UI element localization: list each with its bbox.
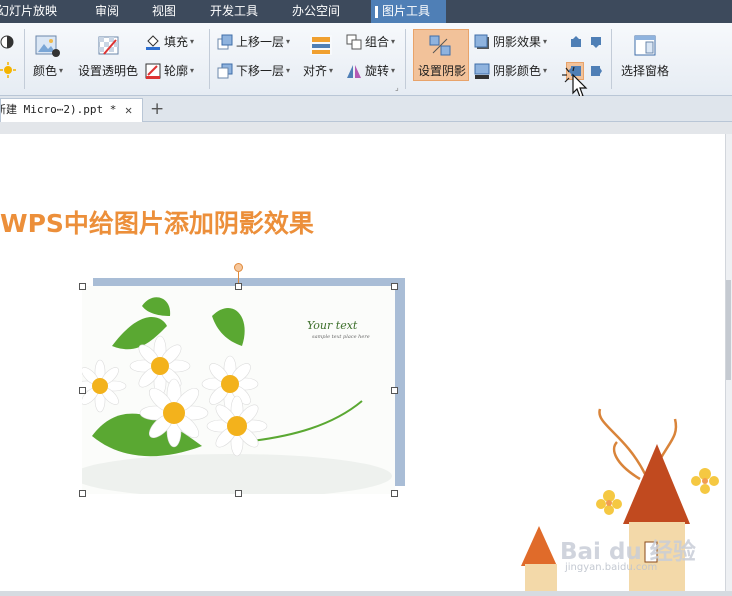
ribbon-separator [611, 29, 612, 89]
resize-handle-bottom-left[interactable] [79, 490, 86, 497]
vertical-scrollbar-thumb[interactable] [726, 280, 731, 380]
align-icon[interactable] [309, 34, 333, 59]
dialog-launcher-icon[interactable]: ⌟ [395, 83, 399, 92]
color-icon[interactable] [34, 34, 60, 61]
chevron-down-icon: ▾ [190, 66, 195, 75]
transparent-color-icon[interactable] [96, 34, 122, 61]
set-shadow-label: 设置阴影 [418, 64, 467, 78]
slide-canvas-gap [0, 122, 732, 134]
chevron-down-icon: ▾ [329, 66, 334, 75]
tab-office-space[interactable]: 办公空间 [292, 0, 352, 23]
tab-picture-tools[interactable]: 图片工具 [371, 0, 446, 23]
document-tab-strip: 新建 Micro⋯2).ppt * ✕ + [0, 96, 732, 122]
resize-handle-bottom-right[interactable] [391, 490, 398, 497]
set-transparent-button[interactable]: 设置透明色 [78, 62, 138, 79]
selection-pane-button[interactable]: 选择窗格 [621, 62, 669, 79]
group-button[interactable]: 组合 ▾ [346, 33, 395, 50]
daisy-picture[interactable]: Your text sample text place here [82, 286, 395, 494]
ribbon-separator [24, 29, 25, 89]
send-backward-button[interactable]: 下移一层 ▾ [217, 62, 290, 79]
tab-slideshow[interactable]: 幻灯片放映 [0, 0, 67, 23]
bottom-status-strip [0, 591, 732, 596]
resize-handle-top-left[interactable] [79, 283, 86, 290]
outline-pen-icon [145, 63, 161, 79]
document-tab[interactable]: 新建 Micro⋯2).ppt * ✕ [0, 98, 143, 122]
resize-handle-bottom[interactable] [235, 490, 242, 497]
send-backward-icon [217, 63, 233, 79]
shadow-color-icon [474, 63, 490, 79]
menu-bar: 幻灯片放映 审阅 视图 开发工具 办公空间 图片工具 [0, 0, 732, 23]
baidu-watermark: Bai du 经验 [560, 539, 696, 565]
tab-developer[interactable]: 开发工具 [210, 0, 270, 23]
fill-bucket-icon [145, 34, 161, 50]
chevron-down-icon: ▾ [391, 66, 396, 75]
picture-caption-small: sample text place here [312, 334, 370, 340]
brightness-icon[interactable] [0, 62, 16, 81]
rotation-handle[interactable] [234, 263, 243, 272]
rotate-icon [346, 63, 362, 79]
selection-pane-icon[interactable] [634, 35, 658, 60]
new-tab-button[interactable]: + [150, 99, 164, 119]
tab-review[interactable]: 审阅 [95, 0, 135, 23]
chevron-down-icon: ▾ [190, 37, 195, 46]
shadow-color-button[interactable]: 阴影颜色 ▾ [474, 62, 547, 79]
nudge-shadow-up-icon[interactable] [570, 36, 582, 51]
nudge-shadow-right-icon[interactable] [590, 65, 602, 80]
ribbon-separator [405, 29, 406, 89]
nudge-shadow-down-icon[interactable] [590, 36, 602, 51]
chevron-down-icon: ▾ [543, 66, 548, 75]
close-icon[interactable]: ✕ [125, 99, 132, 121]
ribbon-separator [209, 29, 210, 89]
tab-view[interactable]: 视图 [152, 0, 192, 23]
bring-forward-button[interactable]: 上移一层 ▾ [217, 33, 290, 50]
fill-button[interactable]: 填充 ▾ [145, 33, 194, 50]
chevron-down-icon: ▾ [391, 37, 396, 46]
group-icon [346, 34, 362, 50]
shadow-toggle-icon [429, 35, 453, 60]
bring-forward-icon [217, 34, 233, 50]
rotate-button[interactable]: 旋转 ▾ [346, 62, 395, 79]
align-button[interactable]: 对齐 ▾ [303, 62, 333, 79]
resize-handle-top[interactable] [235, 283, 242, 290]
contrast-icon[interactable] [0, 34, 16, 53]
chevron-down-icon: ▾ [59, 66, 64, 75]
chevron-down-icon: ▾ [543, 37, 548, 46]
resize-handle-left[interactable] [79, 387, 86, 394]
color-button[interactable]: 颜色 ▾ [33, 62, 63, 79]
shadow-effect-icon [474, 34, 490, 50]
picture-caption-script: Your text [307, 319, 358, 332]
resize-handle-right[interactable] [391, 387, 398, 394]
outline-button[interactable]: 轮廓 ▾ [145, 62, 194, 79]
document-tab-title: 新建 Micro⋯2).ppt * [0, 103, 117, 116]
daisy-bouquet-image [82, 286, 395, 494]
baidu-watermark-url: jingyan.baidu.com [565, 562, 658, 573]
chevron-down-icon: ▾ [286, 37, 291, 46]
slide-title[interactable]: WPS中给图片添加阴影效果 [0, 204, 314, 240]
chevron-down-icon: ▾ [286, 66, 291, 75]
resize-handle-top-right[interactable] [391, 283, 398, 290]
shadow-effect-button[interactable]: 阴影效果 ▾ [474, 33, 547, 50]
